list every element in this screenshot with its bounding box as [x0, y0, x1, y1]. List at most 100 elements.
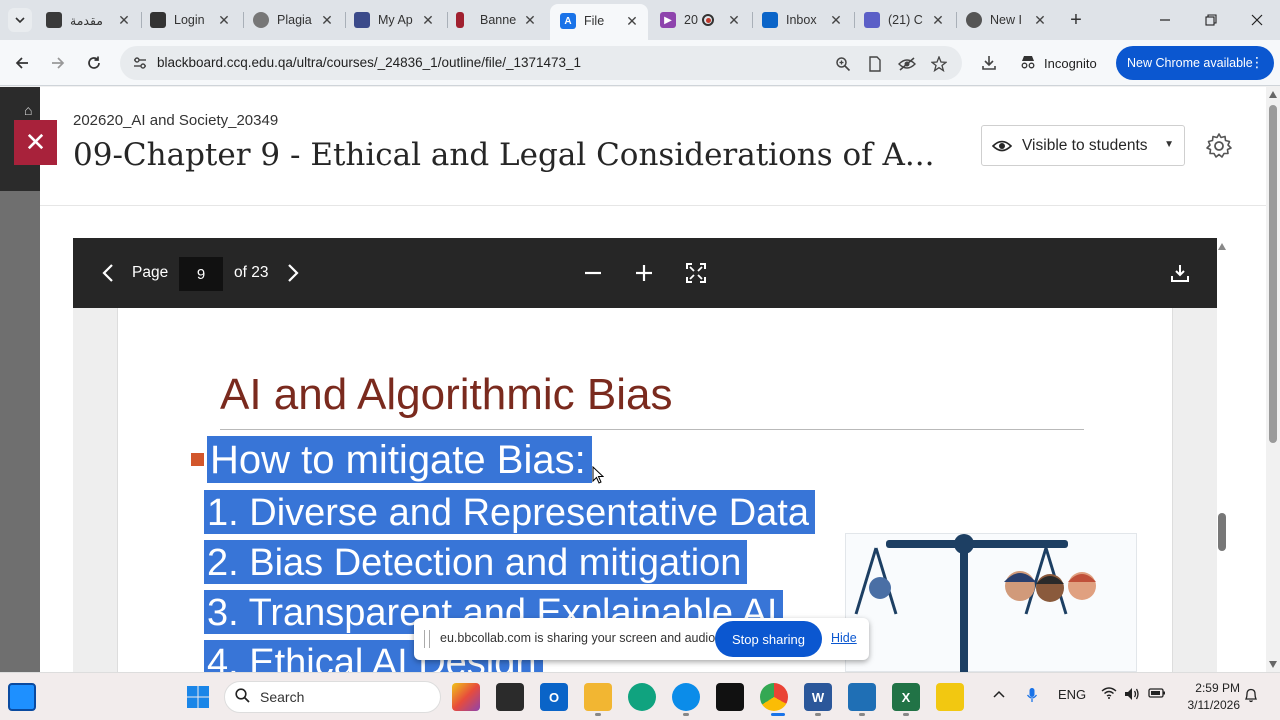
back-button[interactable] — [10, 51, 34, 75]
selected-text-line[interactable]: 2. Bias Detection and mitigation — [204, 540, 748, 584]
microphone-icon[interactable] — [1026, 687, 1038, 706]
battery-icon[interactable] — [1148, 687, 1166, 702]
page-number-input[interactable]: 9 — [179, 257, 223, 291]
edge-icon[interactable] — [672, 683, 700, 711]
hide-banner-link[interactable]: Hide — [831, 631, 857, 645]
tab-9[interactable]: New I ✕ — [966, 6, 1048, 34]
tab-1[interactable]: Login ✕ — [150, 6, 232, 34]
download-pdf-button[interactable] — [1169, 262, 1191, 284]
close-window-icon[interactable] — [1245, 8, 1269, 32]
more-vert-icon[interactable]: ⋮ — [1250, 54, 1264, 71]
close-panel-button[interactable]: ✕ — [14, 120, 57, 165]
close-tab-icon[interactable]: ✕ — [522, 12, 538, 29]
tab-7[interactable]: Inbox ✕ — [762, 6, 844, 34]
bookmark-star-icon[interactable] — [930, 55, 948, 73]
running-indicator — [903, 713, 909, 716]
tab-5-active[interactable]: A File ✕ — [550, 4, 648, 40]
fullscreen-button[interactable] — [683, 260, 709, 286]
volume-icon[interactable] — [1124, 687, 1140, 704]
new-chrome-available-button[interactable]: New Chrome available ⋮ — [1116, 46, 1274, 80]
restore-icon[interactable] — [1199, 8, 1223, 32]
new-tab-button[interactable]: + — [1066, 8, 1086, 32]
minimize-icon[interactable] — [1153, 8, 1177, 32]
close-tab-icon[interactable]: ✕ — [726, 12, 742, 29]
close-tab-icon[interactable]: ✕ — [216, 12, 232, 29]
next-page-button[interactable] — [281, 261, 305, 285]
tab-title: (21) C — [888, 13, 923, 27]
chatgpt-icon[interactable] — [628, 683, 656, 711]
wifi-icon[interactable] — [1101, 687, 1117, 702]
scrollbar-thumb[interactable] — [1269, 105, 1277, 443]
running-indicator — [595, 713, 601, 716]
taskbar-search[interactable]: Search — [224, 681, 441, 713]
close-tab-icon[interactable]: ✕ — [624, 13, 640, 30]
language-indicator[interactable]: ENG — [1058, 687, 1086, 702]
incognito-indicator[interactable]: Incognito — [1020, 52, 1097, 74]
running-indicator — [859, 713, 865, 716]
tab-2[interactable]: Plagia ✕ — [253, 6, 335, 34]
excel-icon[interactable]: X — [892, 683, 920, 711]
close-tab-icon[interactable]: ✕ — [420, 12, 436, 29]
capcut-icon[interactable] — [716, 683, 744, 711]
start-windows-icon[interactable] — [184, 683, 212, 711]
plus-icon — [636, 265, 652, 281]
previous-page-button[interactable] — [96, 261, 120, 285]
copilot-icon[interactable] — [452, 683, 480, 711]
drag-handle-icon[interactable] — [424, 630, 430, 648]
stop-sharing-button[interactable]: Stop sharing — [715, 621, 822, 657]
tab-title: مقدمة — [70, 13, 103, 28]
close-tab-icon[interactable]: ✕ — [319, 12, 335, 29]
close-tab-icon[interactable]: ✕ — [828, 12, 844, 29]
address-bar[interactable]: blackboard.ccq.edu.qa/ultra/courses/_248… — [120, 46, 962, 80]
chevron-left-icon — [102, 264, 113, 282]
page-scrollbar[interactable] — [1266, 87, 1280, 672]
eye-off-icon[interactable] — [898, 55, 916, 73]
zoom-out-button[interactable] — [580, 260, 606, 286]
tab-title: Inbox — [786, 13, 817, 27]
zoom-in-button[interactable] — [631, 260, 657, 286]
zoom-icon[interactable] — [834, 55, 852, 73]
forward-button[interactable] — [46, 51, 70, 75]
tab-8[interactable]: (21) C ✕ — [864, 6, 946, 34]
notepad-icon[interactable] — [848, 683, 876, 711]
selected-text-heading[interactable]: How to mitigate Bias: — [207, 436, 592, 483]
home-icon[interactable]: ⌂ — [24, 102, 40, 120]
word-icon[interactable]: W — [804, 683, 832, 711]
power-bi-icon[interactable] — [936, 683, 964, 711]
outlook-icon[interactable]: O — [540, 683, 568, 711]
url-text: blackboard.ccq.edu.qa/ultra/courses/_248… — [157, 55, 582, 70]
arrow-right-icon — [52, 57, 65, 69]
tab-separator — [956, 12, 957, 28]
eye-icon — [991, 136, 1013, 156]
screen-share-banner: eu.bbcollab.com is sharing your screen a… — [414, 618, 869, 660]
widgets-icon[interactable] — [8, 683, 36, 711]
recording-icon — [702, 14, 714, 26]
file-explorer-icon[interactable] — [584, 683, 612, 711]
show-hidden-icons-chevron-icon[interactable] — [993, 687, 1005, 702]
tab-search-button[interactable] — [8, 8, 32, 32]
close-tab-icon[interactable]: ✕ — [1032, 12, 1048, 29]
close-tab-icon[interactable]: ✕ — [116, 12, 132, 29]
settings-gear-button[interactable] — [1204, 131, 1234, 161]
tab-6[interactable]: ▶ 20 ✕ — [660, 6, 742, 34]
running-indicator — [683, 713, 689, 716]
bullet-square — [191, 453, 204, 466]
viewer-scrollbar[interactable] — [1216, 238, 1228, 672]
download-icon[interactable] — [979, 53, 999, 73]
notification-bell-icon[interactable] — [1244, 687, 1258, 706]
terminal-icon[interactable] — [496, 683, 524, 711]
chrome-icon[interactable] — [760, 683, 788, 711]
site-settings-icon[interactable] — [132, 55, 148, 71]
share-message: eu.bbcollab.com is sharing your screen a… — [440, 631, 719, 645]
system-clock[interactable]: 2:59 PM 3/11/2026 — [1180, 680, 1241, 714]
visibility-dropdown[interactable]: Visible to students ▼ — [981, 125, 1185, 166]
tab-4[interactable]: Banne ✕ — [456, 6, 538, 34]
tab-3[interactable]: My Ap ✕ — [354, 6, 436, 34]
selected-text-line[interactable]: 1. Diverse and Representative Data — [204, 490, 815, 534]
close-tab-icon[interactable]: ✕ — [930, 12, 946, 29]
reload-button[interactable] — [82, 51, 106, 75]
media-icon: ▶ — [660, 12, 676, 28]
tab-separator — [854, 12, 855, 28]
page-icon[interactable] — [866, 55, 884, 73]
tab-0[interactable]: مقدمة ✕ — [46, 6, 132, 34]
